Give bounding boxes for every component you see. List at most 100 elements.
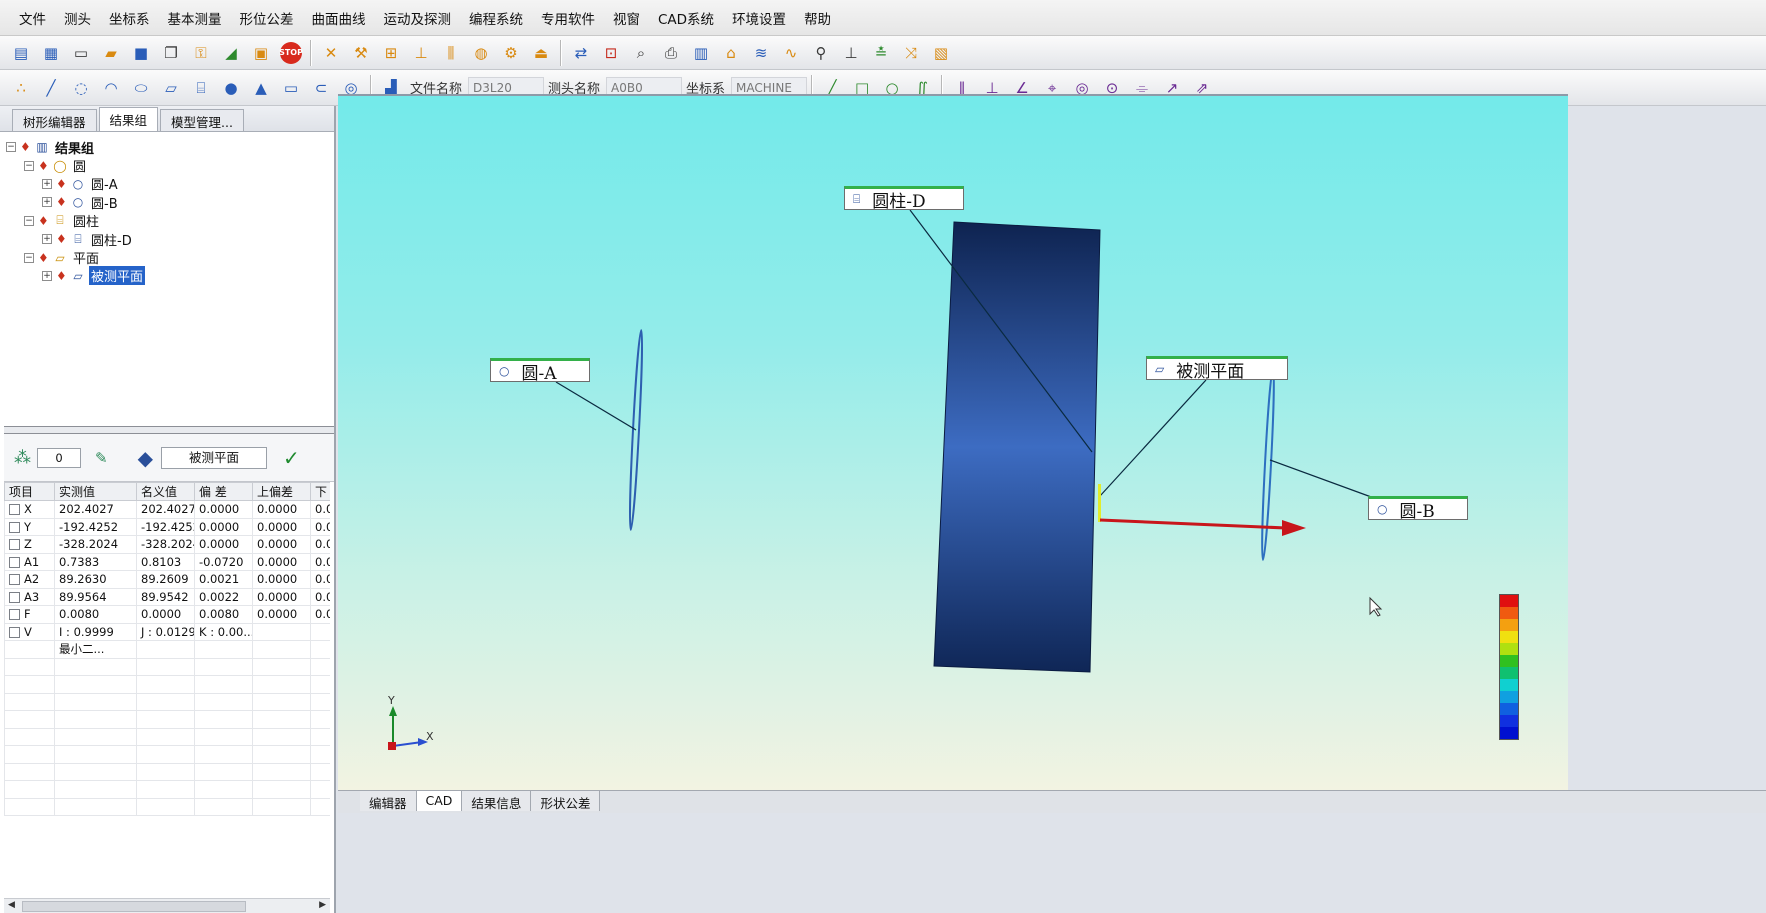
circle-b-shape[interactable] <box>1260 367 1276 561</box>
line-icon[interactable]: ╱ <box>38 75 64 101</box>
slot-icon[interactable]: ⊂ <box>308 75 334 101</box>
menu-help[interactable]: 帮助 <box>795 8 840 28</box>
points-icon[interactable]: ⁂ <box>14 448 31 468</box>
table-row[interactable] <box>4 727 330 746</box>
tab-tree-editor[interactable]: 树形编辑器 <box>12 109 97 131</box>
copy-icon[interactable]: ❐ <box>158 40 184 66</box>
transfer-icon[interactable]: ⇄ <box>568 40 594 66</box>
point-icon[interactable]: ∴ <box>8 75 34 101</box>
collapse-icon[interactable]: − <box>24 252 34 263</box>
label-cylinder-d[interactable]: ⌸ 圆柱-D <box>844 186 964 212</box>
probe-pen-icon[interactable]: ✎ <box>95 449 108 467</box>
menu-gdt[interactable]: 形位公差 <box>231 8 303 28</box>
table-row[interactable] <box>4 745 330 764</box>
plane-icon[interactable]: ▱ <box>158 75 184 101</box>
tree-row[interactable]: + ♦ ○ 圆-B <box>6 193 334 212</box>
scroll-thumb[interactable] <box>22 901 246 912</box>
row-checkbox[interactable] <box>9 521 20 533</box>
tree-row[interactable]: + ♦ ⌸ 圆柱-D <box>6 230 334 249</box>
header-lower-tol[interactable]: 下 <box>310 482 330 501</box>
tree-row[interactable]: − ♦ ▱ 平面 <box>6 248 334 267</box>
menu-surface-curve[interactable]: 曲面曲线 <box>303 8 375 28</box>
tree-row[interactable]: − ♦ ◯ 圆 <box>6 156 334 175</box>
label-circle-b[interactable]: ○ 圆-B <box>1368 496 1468 522</box>
table-row[interactable] <box>4 692 330 711</box>
menu-probe[interactable]: 测头 <box>55 8 100 28</box>
tree-row[interactable]: + ♦ ▱ 被测平面 <box>6 266 334 286</box>
tree-row[interactable]: − ♦ ⌸ 圆柱 <box>6 212 334 230</box>
table-row[interactable] <box>4 710 330 729</box>
new-file-icon[interactable]: ▭ <box>68 40 94 66</box>
scroll-right-icon[interactable]: ▶ <box>319 900 326 910</box>
table-row[interactable] <box>4 797 330 816</box>
edit-icon[interactable]: ◢ <box>218 40 244 66</box>
tree-row[interactable]: − ♦ ▥ 结果组 <box>6 138 334 157</box>
row-checkbox[interactable] <box>9 574 20 586</box>
table-row[interactable]: 最小二... <box>4 640 330 659</box>
table-row[interactable]: A1 0.73830.8103-0.07200.00000.0 <box>4 552 330 571</box>
panel-splitter[interactable] <box>4 426 334 434</box>
menu-motion[interactable]: 运动及探测 <box>375 8 461 28</box>
header-upper-tol[interactable]: 上偏差 <box>252 482 311 501</box>
table-row[interactable] <box>4 762 330 781</box>
delete-icon[interactable]: ✕ <box>318 40 344 66</box>
table-row[interactable]: V I : 0.9999 J : 0.0129 K : 0.00... <box>4 622 330 641</box>
expand-icon[interactable]: + <box>42 178 52 189</box>
header-deviation[interactable]: 偏 差 <box>194 482 253 501</box>
expand-icon[interactable]: + <box>42 197 52 208</box>
joystick-icon[interactable]: ⊥ <box>838 40 864 66</box>
menu-cad[interactable]: CAD系统 <box>649 8 723 28</box>
cylinder-d-body[interactable] <box>933 221 1101 673</box>
plane-marker[interactable] <box>1098 484 1101 522</box>
circle-icon[interactable]: ◌ <box>68 75 94 101</box>
print-icon[interactable]: ⎙ <box>658 40 684 66</box>
tab-cad[interactable]: CAD <box>416 791 463 811</box>
project-settings-icon[interactable]: ▦ <box>38 40 64 66</box>
home-icon[interactable]: ⌂ <box>718 40 744 66</box>
confirm-check-icon[interactable]: ✓ <box>283 446 300 470</box>
menu-settings[interactable]: 环境设置 <box>723 8 795 28</box>
expand-icon[interactable]: + <box>42 234 52 245</box>
arc-icon[interactable]: ◠ <box>98 75 124 101</box>
cone-icon[interactable]: ▲ <box>248 75 274 101</box>
scroll-left-icon[interactable]: ◀ <box>8 900 15 910</box>
layers-icon[interactable]: ≋ <box>748 40 774 66</box>
sphere-icon[interactable]: ● <box>218 75 244 101</box>
alignment-icon[interactable]: ⊥ <box>408 40 434 66</box>
row-checkbox[interactable] <box>9 504 20 516</box>
horizontal-scrollbar[interactable]: ◀ ▶ <box>4 898 330 913</box>
parallel-icon[interactable]: ⫼ <box>438 40 464 66</box>
probe-icon[interactable]: ⚲ <box>808 40 834 66</box>
flow-icon[interactable]: ⤨ <box>898 40 924 66</box>
tab-model-manager[interactable]: 模型管理... <box>160 109 244 131</box>
table-row[interactable]: Z-328.2024-328.20240.00000.00000.0 <box>4 535 330 554</box>
open-folder-icon[interactable]: ▰ <box>98 40 124 66</box>
save-icon[interactable]: ■ <box>128 40 154 66</box>
dimension-icon[interactable]: ⊞ <box>378 40 404 66</box>
subroutine-icon[interactable]: ▧ <box>928 40 954 66</box>
collapse-icon[interactable]: − <box>6 142 16 153</box>
level-icon[interactable]: ≛ <box>868 40 894 66</box>
table-row[interactable]: X202.4027202.40270.00000.00000.0 <box>4 500 330 519</box>
row-checkbox[interactable] <box>9 556 20 568</box>
header-item[interactable]: 项目 <box>4 482 55 501</box>
path-icon[interactable]: ∿ <box>778 40 804 66</box>
cylinder-icon[interactable]: ⌸ <box>188 75 214 101</box>
table-row[interactable]: A2 89.263089.26090.00210.00000.0 <box>4 570 330 589</box>
execute-icon[interactable]: ▣ <box>248 40 274 66</box>
menu-coordinate[interactable]: 坐标系 <box>100 8 159 28</box>
row-checkbox[interactable] <box>9 539 20 551</box>
tab-result-group[interactable]: 结果组 <box>98 107 159 131</box>
cad-viewport[interactable]: Y X ⌸ 圆柱-D ○ 圆-A ▱ 被测平面 ○ 圆-B <box>338 94 1568 790</box>
menu-file[interactable]: 文件 <box>10 8 55 28</box>
row-checkbox[interactable] <box>9 591 20 603</box>
table-row[interactable]: Y-192.4252-192.42520.00000.00000.0 <box>4 517 330 536</box>
table-row[interactable] <box>4 675 330 694</box>
header-measured[interactable]: 实测值 <box>54 482 137 501</box>
label-plane[interactable]: ▱ 被测平面 <box>1146 356 1288 382</box>
collapse-icon[interactable]: − <box>24 160 34 171</box>
base-icon[interactable]: ⏏ <box>528 40 554 66</box>
table-row[interactable]: A3 89.956489.95420.00220.00000.0 <box>4 587 330 606</box>
load-icon[interactable]: ⊡ <box>598 40 624 66</box>
collapse-icon[interactable]: − <box>24 215 34 226</box>
